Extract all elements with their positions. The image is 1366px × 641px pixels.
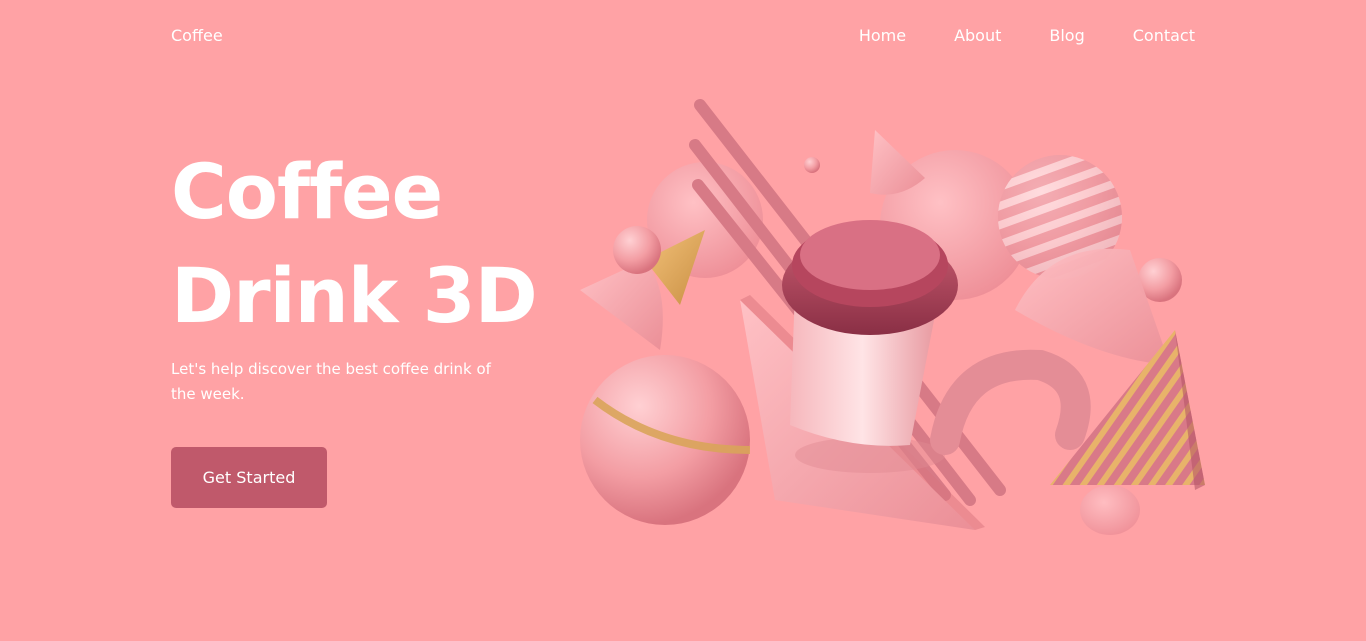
get-started-button[interactable]: Get Started xyxy=(171,447,327,508)
hero-title: Coffee Drink 3D xyxy=(171,140,538,348)
nav-home-link[interactable]: Home xyxy=(859,26,906,45)
main-nav: Home About Blog Contact xyxy=(859,26,1195,45)
hero-subtitle: Let's help discover the best coffee drin… xyxy=(171,360,491,403)
nav-blog-link[interactable]: Blog xyxy=(1049,26,1084,45)
coffee-cup-3d-shapes-illustration xyxy=(580,99,1205,535)
landing-page: Coffee Home About Blog Contact Coffee Dr… xyxy=(0,0,1366,641)
nav-contact-link[interactable]: Contact xyxy=(1133,26,1195,45)
nav-about-link[interactable]: About xyxy=(954,26,1001,45)
hero-title-line-2: Drink 3D xyxy=(171,251,538,340)
logo-link[interactable]: Coffee xyxy=(171,26,223,45)
hero-title-line-1: Coffee xyxy=(171,147,443,236)
